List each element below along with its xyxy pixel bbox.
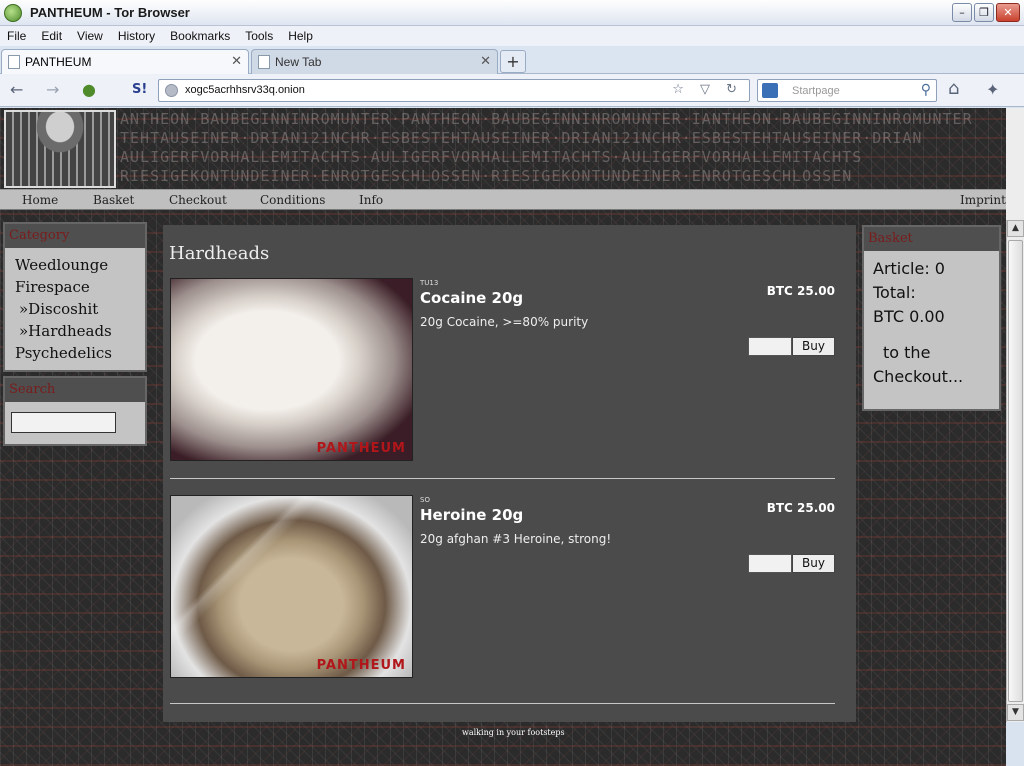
product-divider (170, 478, 835, 479)
product-item: PANTHEUM TU13 Cocaine 20g 20g Cocaine, >… (170, 278, 835, 478)
addon-icon[interactable]: ✦ (986, 80, 999, 99)
menu-bar: File Edit View History Bookmarks Tools H… (0, 26, 1024, 46)
search-bar[interactable]: Startpage ⚲ (757, 79, 937, 102)
back-icon[interactable]: ← (10, 80, 23, 99)
buy-button[interactable]: Buy (792, 337, 835, 356)
search-icon[interactable]: ⚲ (921, 82, 931, 98)
image-watermark: PANTHEUM (316, 658, 406, 673)
product-image[interactable]: PANTHEUM (170, 495, 413, 678)
product-divider (170, 703, 835, 704)
product-description: 20g afghan #3 Heroine, strong! (420, 532, 612, 546)
globe-icon (165, 84, 178, 97)
product-code: TU13 (420, 279, 439, 287)
category-hardheads[interactable]: »Hardheads (5, 320, 145, 342)
window-titlebar: PANTHEUM - Tor Browser – ❐ ✕ (0, 0, 1024, 26)
page-title: Hardheads (169, 243, 270, 264)
search-box: Search (3, 376, 147, 446)
maximize-button[interactable]: ❐ (974, 3, 994, 22)
product-price: BTC 25.00 (766, 284, 835, 298)
window-controls: – ❐ ✕ (952, 3, 1020, 22)
scroll-down-icon[interactable]: ▼ (1007, 704, 1024, 721)
scroll-thumb[interactable] (1008, 240, 1023, 702)
page-icon (258, 55, 270, 69)
category-firespace[interactable]: Firespace (5, 276, 145, 298)
basket-header: Basket (864, 227, 999, 251)
category-box: Category Weedlounge Firespace »Discoshit… (3, 222, 147, 372)
forward-icon[interactable]: → (46, 80, 59, 99)
pantheon-logo-image[interactable] (4, 110, 116, 188)
nav-home-link[interactable]: Home (22, 193, 58, 207)
menu-view[interactable]: View (70, 29, 111, 43)
noscript-icon[interactable]: S! (132, 82, 147, 97)
menu-help[interactable]: Help (281, 29, 321, 43)
menu-tools[interactable]: Tools (238, 29, 281, 43)
basket-article-count: Article: 0 (873, 259, 945, 278)
buy-button[interactable]: Buy (792, 554, 835, 573)
basket-box: Basket Article: 0 Total: BTC 0.00 to the… (862, 225, 1001, 411)
category-header: Category (5, 224, 145, 248)
site-nav: Home Basket Checkout Conditions Info Imp… (0, 189, 1006, 210)
image-watermark: PANTHEUM (316, 441, 406, 456)
vertical-scrollbar[interactable]: ▲ ▼ (1006, 220, 1024, 722)
menu-edit[interactable]: Edit (34, 29, 70, 43)
product-item: PANTHEUM SO Heroine 20g 20g afghan #3 He… (170, 495, 835, 695)
tor-browser-icon (4, 3, 22, 22)
close-tab-icon[interactable]: ✕ (480, 53, 491, 69)
nav-conditions-link[interactable]: Conditions (260, 193, 325, 207)
nav-checkout-link[interactable]: Checkout (169, 193, 227, 207)
search-engine-icon[interactable] (762, 83, 778, 98)
product-name: Heroine 20g (420, 506, 524, 524)
tab-label: New Tab (275, 55, 322, 69)
tab-bar: PANTHEUM ✕ New Tab ✕ + (0, 46, 1024, 74)
basket-total-value: BTC 0.00 (873, 307, 945, 326)
menu-file[interactable]: File (0, 29, 34, 43)
menu-bookmarks[interactable]: Bookmarks (163, 29, 238, 43)
product-code: SO (420, 496, 430, 504)
nav-info-link[interactable]: Info (359, 193, 383, 207)
url-bar-tools[interactable]: ☆ ▽ ↻ (672, 82, 743, 97)
home-icon[interactable]: ⌂ (948, 78, 959, 99)
category-weedlounge[interactable]: Weedlounge (5, 254, 145, 276)
basket-total-label: Total: (873, 283, 916, 302)
url-text[interactable]: xogc5acrhhsrv33q.onion (185, 84, 305, 96)
close-tab-icon[interactable]: ✕ (231, 53, 242, 69)
search-header: Search (5, 378, 145, 402)
page-gutter (1006, 108, 1024, 220)
web-viewport: ANTHEON·BAUBEGINNINROMUNTER·PANTHEON·BAU… (0, 108, 1006, 766)
product-description: 20g Cocaine, >=80% purity (420, 315, 589, 329)
tor-onion-icon[interactable]: ● (82, 80, 96, 99)
tab-pantheum[interactable]: PANTHEUM ✕ (1, 49, 249, 74)
tab-label: PANTHEUM (25, 55, 92, 69)
window-title: PANTHEUM - Tor Browser (30, 5, 190, 20)
nav-basket-link[interactable]: Basket (93, 193, 134, 207)
tab-new-tab[interactable]: New Tab ✕ (251, 49, 498, 74)
main-content: Hardheads PANTHEUM TU13 Cocaine 20g 20g … (163, 225, 856, 722)
page-icon (8, 55, 20, 69)
product-image[interactable]: PANTHEUM (170, 278, 413, 461)
category-discoshit[interactable]: »Discoshit (5, 298, 145, 320)
checkout-link-line2[interactable]: Checkout... (864, 365, 999, 389)
new-tab-button[interactable]: + (500, 50, 526, 73)
navigation-toolbar: ← → ● S! xogc5acrhhsrv33q.onion ☆ ▽ ↻ St… (0, 74, 1024, 107)
search-placeholder: Startpage (792, 85, 840, 97)
header-pattern: ANTHEON·BAUBEGINNINROMUNTER·PANTHEON·BAU… (120, 110, 973, 185)
url-bar[interactable]: xogc5acrhhsrv33q.onion ☆ ▽ ↻ (158, 79, 750, 102)
nav-imprint-link[interactable]: Imprint (960, 193, 1006, 207)
quantity-input[interactable] (748, 337, 792, 356)
quantity-input[interactable] (748, 554, 792, 573)
scroll-up-icon[interactable]: ▲ (1007, 220, 1024, 237)
product-price: BTC 25.00 (766, 501, 835, 515)
minimize-button[interactable]: – (952, 3, 972, 22)
site-search-input[interactable] (11, 412, 116, 433)
close-window-button[interactable]: ✕ (996, 3, 1020, 22)
category-psychedelics[interactable]: Psychedelics (5, 342, 145, 364)
checkout-link-line1[interactable]: to the (864, 341, 999, 365)
product-name: Cocaine 20g (420, 289, 524, 307)
footer-text: walking in your footsteps (462, 728, 565, 737)
menu-history[interactable]: History (111, 29, 163, 43)
